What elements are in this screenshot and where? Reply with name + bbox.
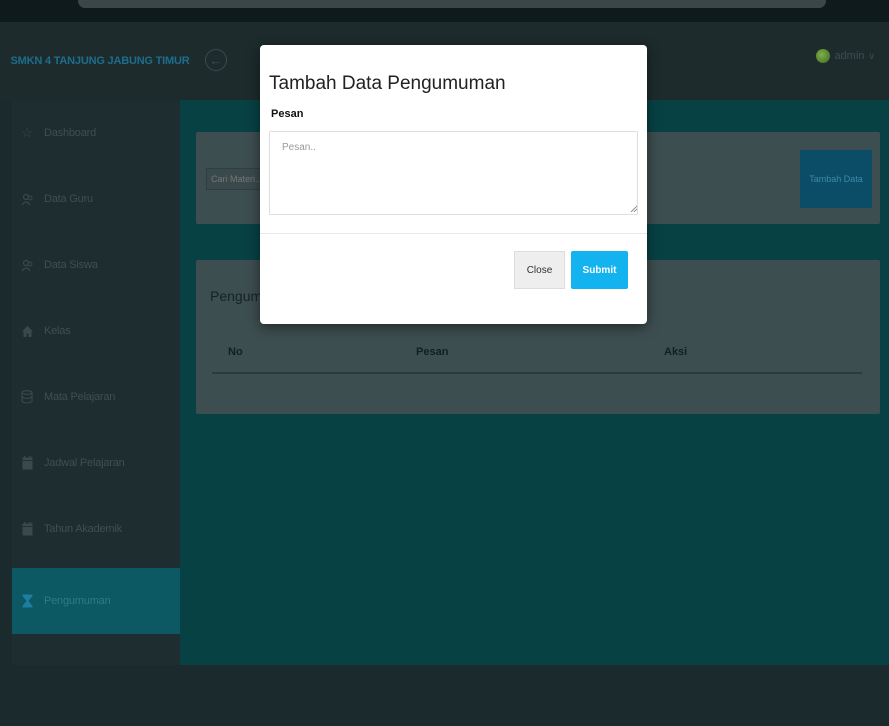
sidebar-item-jadwal-pelajaran[interactable]: Jadwal Pelajaran [12, 430, 180, 496]
sidebar-item-label: Data Guru [44, 193, 93, 205]
sidebar-item-label: Kelas [44, 325, 71, 337]
column-header-aksi: Aksi [664, 346, 688, 358]
table-header-divider [212, 372, 862, 374]
calendar-icon [20, 455, 34, 471]
browser-bar [0, 0, 889, 22]
home-icon [20, 323, 34, 339]
sidebar-item-label: Mata Pelajaran [44, 391, 116, 403]
chevron-down-icon: ∨ [868, 50, 875, 61]
brand-logo[interactable]: SMKN 4 TANJUNG JABUNG TIMUR [0, 22, 200, 100]
sidebar-item-data-guru[interactable]: Data Guru [12, 166, 180, 232]
sidebar-item-label: Tahun Akademik [44, 523, 122, 535]
users-icon [20, 191, 34, 207]
search-input[interactable] [206, 168, 268, 190]
message-textarea[interactable] [269, 131, 638, 215]
modal-divider [260, 233, 647, 234]
sidebar-item-tahun-akademik[interactable]: Tahun Akademik [12, 496, 180, 562]
database-icon [20, 389, 34, 405]
close-button[interactable]: Close [514, 251, 565, 289]
sidebar-item-label: Jadwal Pelajaran [44, 457, 125, 469]
column-header-pesan: Pesan [416, 346, 449, 358]
modal-title: Tambah Data Pengumuman [269, 73, 506, 94]
resize-grip-icon[interactable] [630, 205, 637, 212]
star-icon: ☆ [21, 125, 33, 140]
sidebar-item-data-siswa[interactable]: Data Siswa [12, 232, 180, 298]
sidebar-item-label: Dashboard [44, 127, 97, 139]
globe-icon [816, 49, 831, 63]
sidebar-item-label: Pengumuman [44, 595, 111, 607]
user-menu[interactable]: admin ∨ [816, 49, 875, 63]
sidebar-item-label: Data Siswa [44, 259, 98, 271]
hourglass-icon [20, 593, 34, 609]
submit-button[interactable]: Submit [571, 251, 628, 289]
sidebar-item-pengumuman[interactable]: Pengumuman [12, 568, 180, 634]
add-data-button[interactable]: Tambah Data [800, 150, 872, 208]
column-header-no: No [228, 346, 243, 358]
sidebar-item-dashboard[interactable]: ☆ Dashboard [12, 100, 180, 166]
user-name: admin [834, 50, 865, 62]
add-announcement-modal: Tambah Data Pengumuman Pesan Close Submi… [260, 45, 647, 324]
message-label: Pesan [271, 108, 304, 120]
brand-name: SMKN 4 TANJUNG JABUNG TIMUR [10, 55, 190, 67]
sidebar-item-kelas[interactable]: Kelas [12, 298, 180, 364]
arrow-left-icon: ← [209, 52, 223, 68]
users-icon [20, 257, 34, 273]
footer [0, 665, 889, 726]
sidebar: ☆ Dashboard Data Guru Data Siswa Kelas M… [12, 100, 180, 665]
sidebar-item-mata-pelajaran[interactable]: Mata Pelajaran [12, 364, 180, 430]
sidebar-toggle-button[interactable]: ← [205, 49, 227, 71]
address-bar[interactable] [78, 0, 826, 8]
calendar-icon [20, 521, 34, 537]
